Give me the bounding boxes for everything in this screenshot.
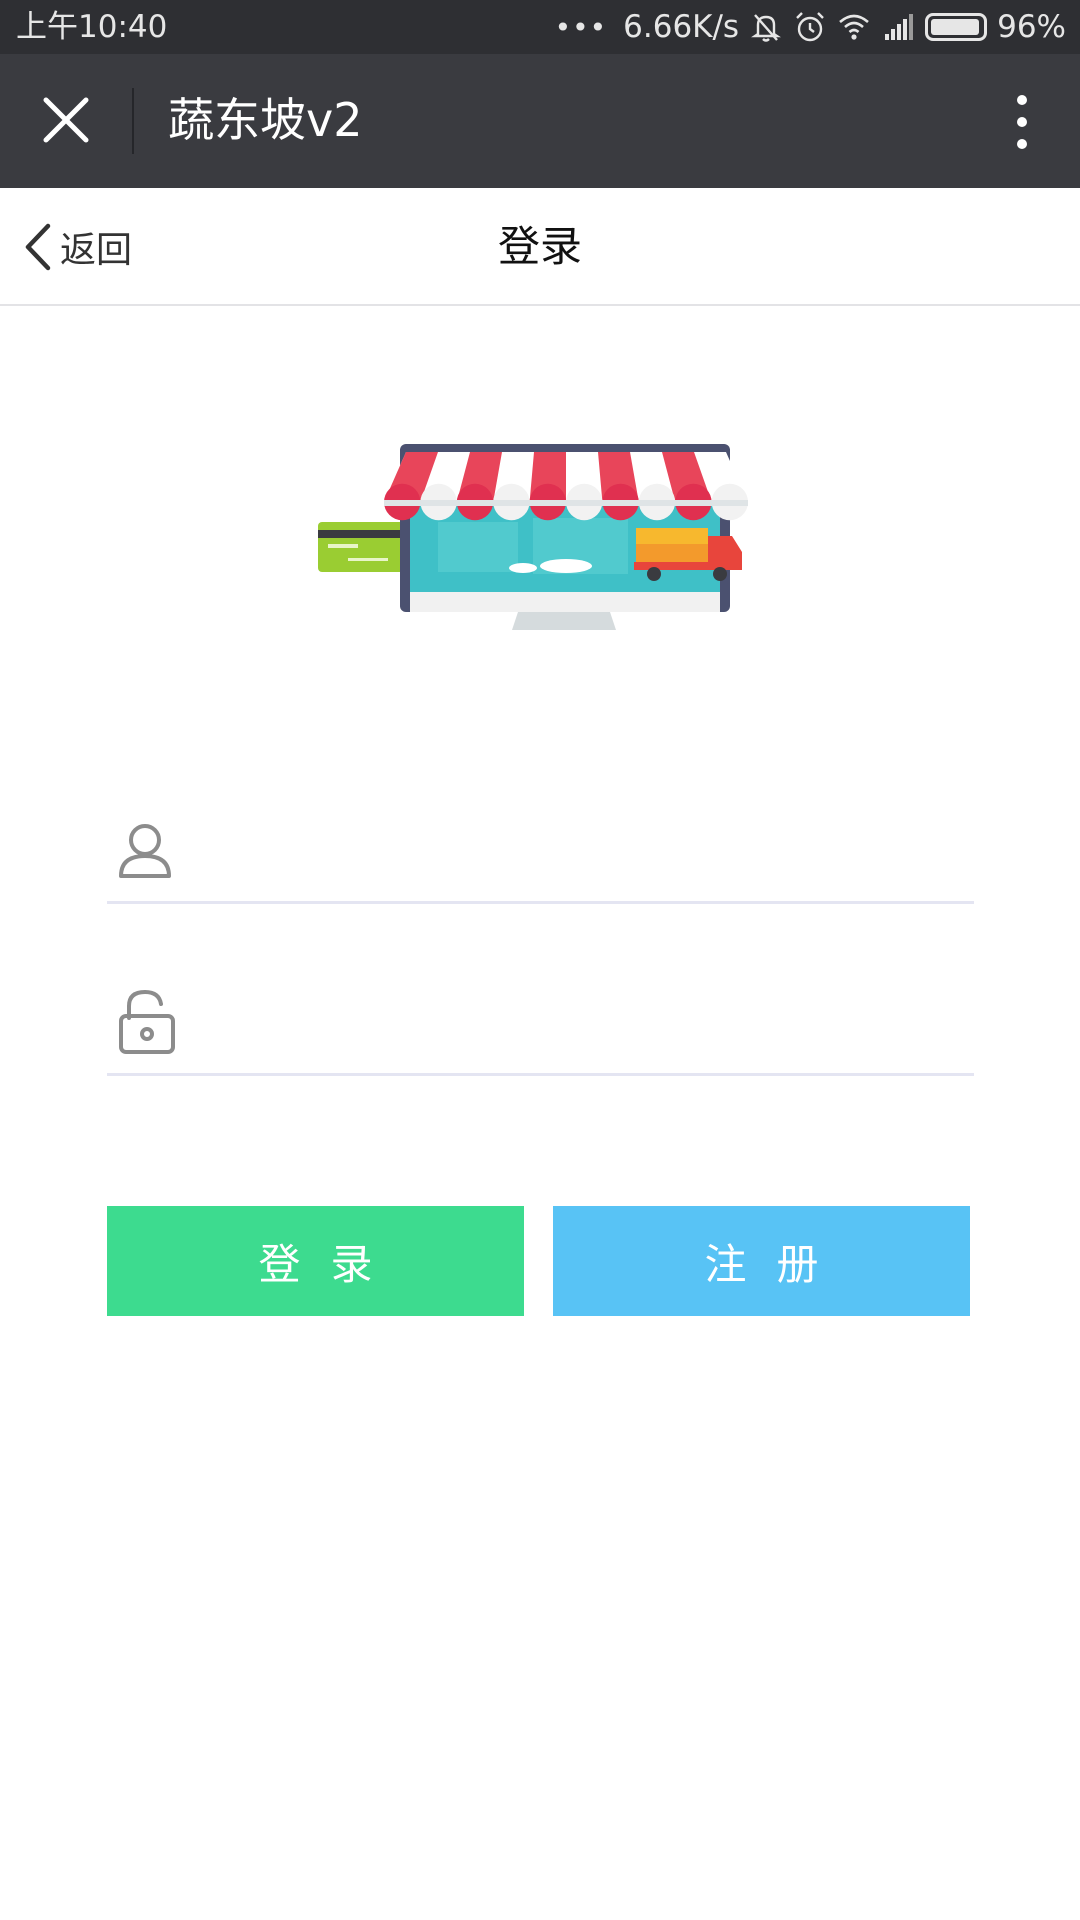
- more-notifications-icon: •••: [554, 10, 608, 44]
- header-divider: [132, 88, 134, 154]
- bell-muted-icon: [751, 14, 782, 42]
- status-bar: 上午10:40 ••• 6.66K/s 96%: [0, 0, 1080, 54]
- login-button[interactable]: 登录: [107, 1206, 524, 1316]
- status-indicators: ••• 6.66K/s 96%: [555, 6, 1066, 48]
- password-field: [107, 976, 974, 1076]
- wifi-icon: [839, 14, 869, 40]
- username-field: [107, 804, 974, 904]
- webview-header: 蔬东坡v2: [0, 54, 1080, 188]
- battery-icon: [925, 13, 988, 41]
- network-speed: 6.66K/s: [623, 9, 740, 45]
- status-time: 上午10:40: [16, 9, 168, 45]
- alarm-icon: [796, 12, 824, 42]
- close-icon[interactable]: [38, 92, 94, 148]
- register-button[interactable]: 注册: [553, 1206, 970, 1316]
- battery-percent: 96%: [997, 9, 1066, 45]
- page-title: 登录: [497, 222, 582, 271]
- user-icon: [119, 824, 171, 878]
- unlock-icon: [119, 989, 175, 1054]
- more-options-icon[interactable]: [1012, 92, 1032, 152]
- webview-title: 蔬东坡v2: [168, 93, 363, 147]
- username-input[interactable]: [217, 814, 957, 894]
- shop-illustration: [318, 444, 748, 630]
- password-input[interactable]: [217, 986, 957, 1066]
- cell-signal-icon: [885, 14, 914, 40]
- page-navbar: 返回 登录: [0, 188, 1080, 306]
